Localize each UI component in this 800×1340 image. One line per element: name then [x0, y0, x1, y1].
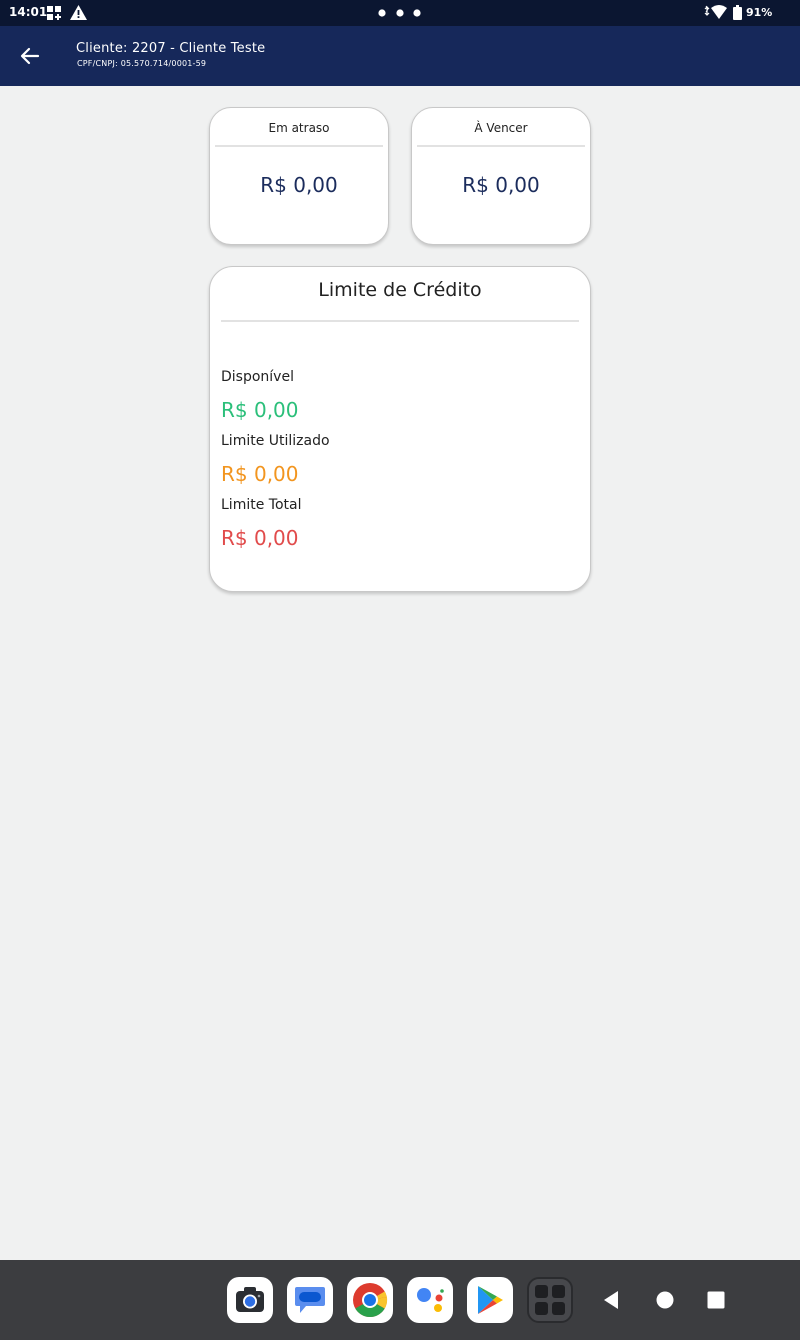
status-bar: 14:01 91% [0, 0, 800, 26]
due-card: À Vencer R$ 0,00 [411, 107, 591, 245]
used-limit-value: R$ 0,00 [221, 462, 299, 486]
available-value: R$ 0,00 [221, 398, 299, 422]
due-value: R$ 0,00 [462, 173, 540, 197]
card-divider [417, 145, 585, 147]
warning-icon [70, 5, 87, 20]
wifi-icon [704, 5, 727, 19]
more-dots-icon [378, 9, 421, 17]
app-bar: Cliente: 2207 - Cliente Teste CPF/CNPJ: … [0, 26, 800, 86]
card-divider [221, 320, 579, 322]
total-limit-label: Limite Total [221, 497, 302, 513]
credit-limit-title: Limite de Crédito [318, 279, 482, 301]
camera-app-icon[interactable] [227, 1277, 273, 1323]
total-limit-value: R$ 0,00 [221, 526, 299, 550]
back-button[interactable] [12, 38, 48, 74]
app-drawer-icon[interactable] [527, 1277, 573, 1323]
battery-percentage: 91% [746, 6, 773, 19]
used-limit-label: Limite Utilizado [221, 433, 330, 449]
assistant-app-icon[interactable] [407, 1277, 453, 1323]
messages-app-icon[interactable] [287, 1277, 333, 1323]
card-divider [215, 145, 383, 147]
credit-limit-card: Limite de Crédito Disponível R$ 0,00 Lim… [209, 266, 591, 592]
back-nav-icon[interactable] [597, 1286, 625, 1314]
client-document: CPF/CNPJ: 05.570.714/0001-59 [77, 59, 207, 68]
home-nav-icon[interactable] [651, 1286, 679, 1314]
overdue-card: Em atraso R$ 0,00 [209, 107, 389, 245]
play-store-app-icon[interactable] [467, 1277, 513, 1323]
grid-icon [47, 6, 61, 20]
client-title: Cliente: 2207 - Cliente Teste [76, 41, 266, 56]
status-time: 14:01 [9, 5, 48, 19]
navigation-bar [0, 1260, 800, 1340]
available-label: Disponível [221, 369, 294, 385]
battery-icon [733, 5, 742, 20]
arrow-left-icon [20, 47, 40, 65]
overdue-value: R$ 0,00 [260, 173, 338, 197]
recents-nav-icon[interactable] [702, 1286, 730, 1314]
chrome-app-icon[interactable] [347, 1277, 393, 1323]
overdue-label: Em atraso [268, 121, 330, 135]
due-label: À Vencer [474, 121, 528, 135]
